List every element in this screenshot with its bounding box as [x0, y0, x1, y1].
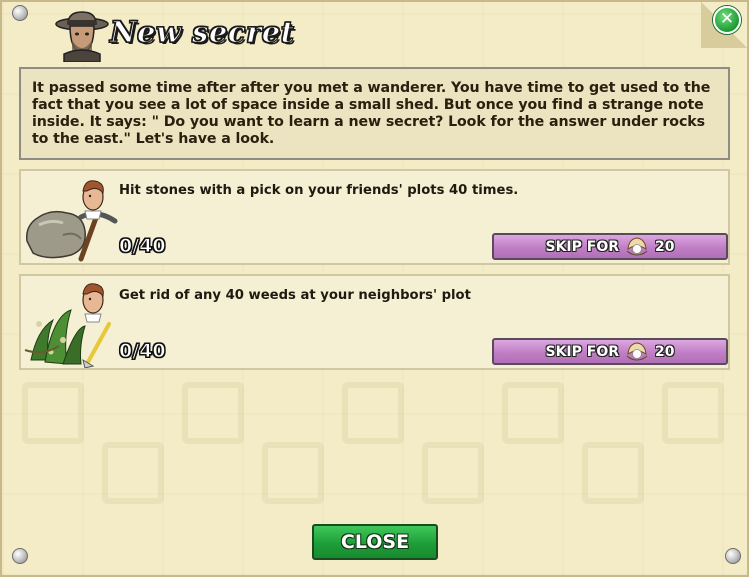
- background-pattern: [262, 442, 324, 504]
- close-button[interactable]: CLOSE: [312, 524, 438, 560]
- skip-label: SKIP FOR: [545, 343, 620, 360]
- rivet-top-left: [12, 5, 28, 21]
- task-progress: 0/40: [119, 340, 167, 363]
- skip-button[interactable]: SKIP FOR 20: [492, 233, 728, 260]
- task-description: Get rid of any 40 weeds at your neighbor…: [119, 288, 471, 303]
- background-pattern: [22, 382, 84, 444]
- skip-cost: 20: [655, 343, 675, 360]
- background-pattern: [102, 442, 164, 504]
- detective-avatar-icon: [55, 11, 109, 62]
- background-pattern: [342, 382, 404, 444]
- quest-dialog: ✕ New secret It passed some time after a…: [0, 0, 749, 577]
- story-text: It passed some time after after you met …: [19, 67, 730, 160]
- skip-label: SKIP FOR: [545, 238, 620, 255]
- close-icon: ✕: [719, 9, 735, 29]
- quest-task: Hit stones with a pick on your friends' …: [19, 169, 730, 265]
- dialog-title: New secret: [109, 14, 295, 49]
- skip-cost: 20: [655, 238, 675, 255]
- quest-task: Get rid of any 40 weeds at your neighbor…: [19, 274, 730, 370]
- background-pattern: [422, 442, 484, 504]
- background-pattern: [182, 382, 244, 444]
- task-description: Hit stones with a pick on your friends' …: [119, 183, 519, 198]
- background-pattern: [662, 382, 724, 444]
- background-pattern: [502, 382, 564, 444]
- pearl-shell-icon: [626, 236, 648, 256]
- rivet-bottom-right: [725, 548, 741, 564]
- pearl-shell-icon: [626, 341, 648, 361]
- close-x-button[interactable]: ✕: [713, 6, 741, 34]
- stones-pickaxe-icon: [26, 180, 118, 262]
- background-pattern: [582, 442, 644, 504]
- skip-button[interactable]: SKIP FOR 20: [492, 338, 728, 365]
- task-progress: 0/40: [119, 235, 167, 258]
- weeds-icon: [24, 283, 111, 368]
- rivet-bottom-left: [12, 548, 28, 564]
